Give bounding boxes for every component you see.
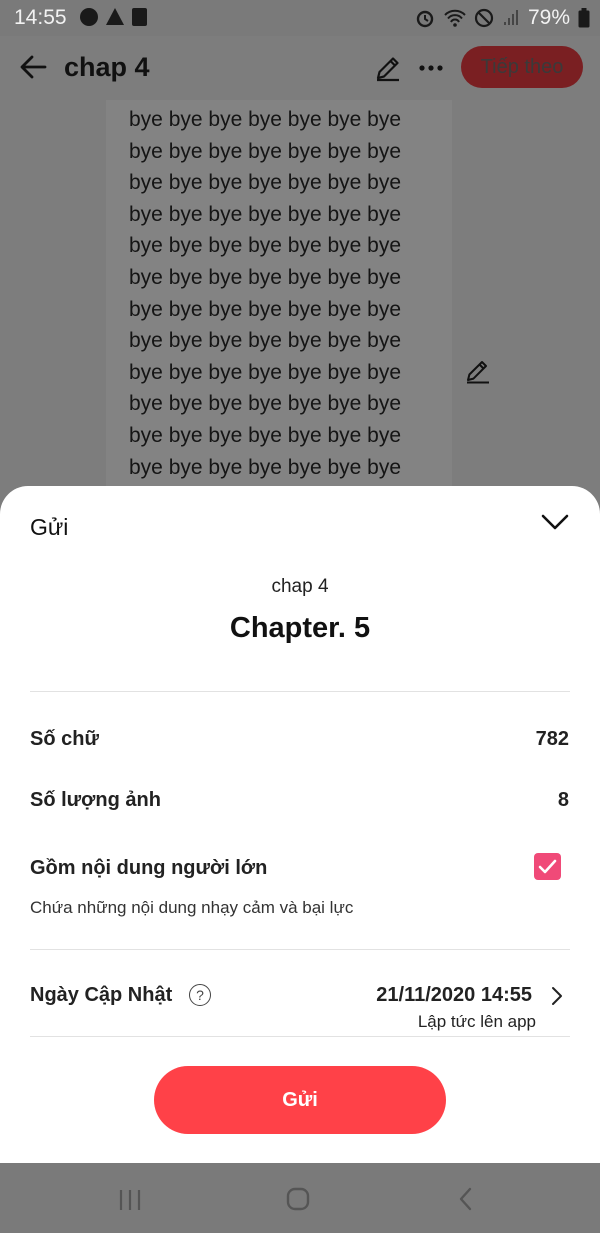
text-line: bye bye bye bye bye bye bye (129, 265, 402, 289)
notification-icons (80, 8, 147, 26)
update-date-note: Lập tức lên app (417, 1012, 536, 1031)
sd-card-icon (132, 8, 147, 26)
text-line: bye bye bye bye bye bye bye (129, 329, 402, 353)
divider (30, 1036, 570, 1037)
text-line: bye bye bye bye bye bye bye (129, 297, 402, 321)
publish-sheet: Gửi chap 4 Chapter. 5 Số chữ 782 Số lượn… (0, 486, 600, 1163)
text-line: bye bye bye bye bye bye bye (129, 139, 402, 163)
text-line: bye bye bye bye bye bye bye (129, 392, 402, 416)
recent-apps-icon[interactable] (118, 1189, 142, 1211)
more-options-icon[interactable] (418, 54, 444, 82)
adult-content-note: Chứa những nội dung nhạy cảm và bại lực (30, 898, 354, 917)
text-line: bye bye bye bye bye bye bye (129, 423, 402, 447)
battery-percent: 79% (527, 6, 570, 29)
app-bar: chap 4 Tiếp theo (0, 36, 600, 100)
update-date-label: Ngày Cập Nhật (30, 984, 173, 1006)
system-icons: 79% (414, 6, 590, 30)
divider (30, 691, 570, 692)
sheet-title: Gửi (30, 514, 69, 540)
signal-icon (503, 10, 518, 25)
editor-area: bye bye bye bye bye bye bye bye bye bye … (0, 100, 600, 500)
page-title: chap 4 (64, 52, 150, 82)
alarm-icon (416, 10, 434, 28)
warning-icon (106, 8, 124, 25)
help-icon[interactable]: ? (189, 984, 211, 1006)
image-count-label: Số lượng ảnh (30, 789, 161, 811)
adult-content-label: Gồm nội dung người lớn (30, 857, 268, 879)
edit-paragraph-icon[interactable] (465, 358, 491, 384)
chevron-right-icon[interactable] (548, 985, 566, 1007)
send-button[interactable]: Gửi (154, 1066, 446, 1134)
status-bar: 14:55 79% (0, 0, 600, 36)
back-arrow-icon[interactable] (18, 52, 48, 82)
divider (30, 949, 570, 950)
story-name: chap 4 (271, 576, 329, 597)
text-line: bye bye bye bye bye bye bye (129, 455, 402, 479)
notification-dot-icon (80, 8, 98, 26)
nav-back-icon[interactable] (458, 1187, 474, 1211)
word-count-value: 782 (535, 728, 569, 750)
battery-icon (578, 8, 590, 28)
wifi-icon (444, 9, 466, 27)
image-count-value: 8 (557, 789, 569, 811)
adult-content-checkbox[interactable] (534, 853, 561, 880)
text-line: bye bye bye bye bye bye bye (129, 234, 402, 258)
next-button[interactable]: Tiếp theo (461, 46, 583, 88)
status-time: 14:55 (14, 6, 67, 29)
text-line: bye bye bye bye bye bye bye (129, 202, 402, 226)
pencil-icon[interactable] (374, 54, 402, 82)
chevron-down-icon[interactable] (540, 510, 570, 534)
text-line: bye bye bye bye bye bye bye (129, 108, 402, 131)
checkmark-icon (538, 859, 557, 874)
system-nav-bar (0, 1163, 600, 1233)
chapter-name: Chapter. 5 (229, 612, 371, 644)
text-line: bye bye bye bye bye bye bye (129, 360, 402, 384)
editor-text[interactable]: bye bye bye bye bye bye bye bye bye bye … (129, 104, 401, 483)
word-count-label: Số chữ (30, 728, 99, 750)
text-line: bye bye bye bye bye bye bye (129, 171, 402, 195)
do-not-disturb-icon (474, 8, 494, 28)
update-date-value[interactable]: 21/11/2020 14:55 (376, 984, 532, 1007)
home-icon[interactable] (286, 1187, 310, 1211)
